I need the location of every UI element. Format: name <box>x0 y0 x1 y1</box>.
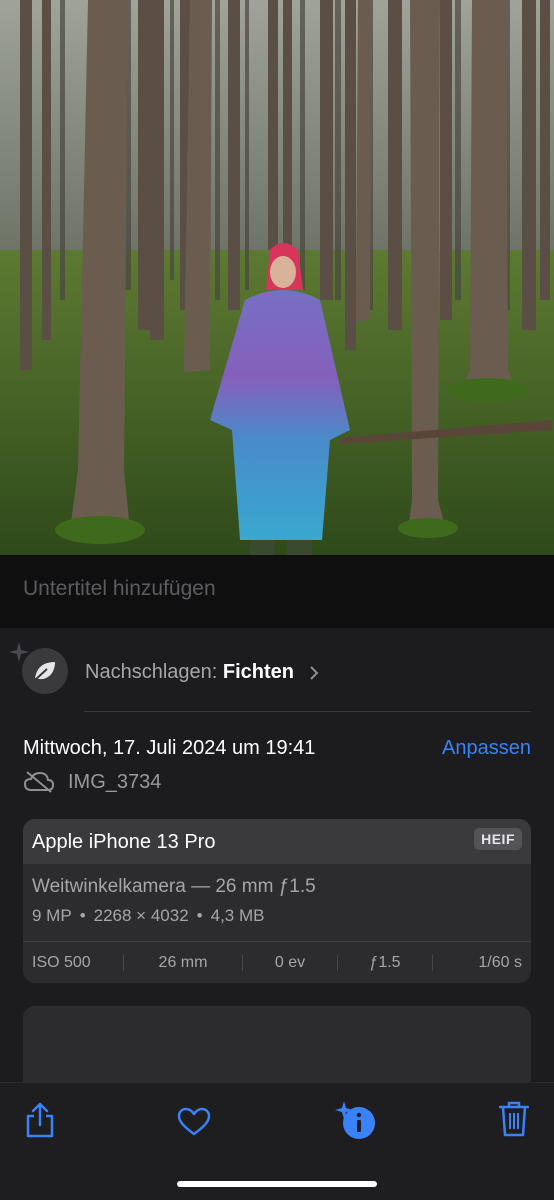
lookup-label: Nachschlagen: Fichten <box>85 661 319 684</box>
image-specs: 9 MP • 2268 × 4032 • 4,3 MB <box>32 906 265 925</box>
capture-date: Mittwoch, 17. Juli 2024 um 19:41 <box>23 737 316 759</box>
exif-exposure-bias: 0 ev <box>274 953 306 971</box>
caption-input[interactable] <box>23 577 533 601</box>
photo[interactable] <box>0 0 554 555</box>
lookup-subject: Fichten <box>222 661 294 683</box>
share-button[interactable] <box>24 1101 56 1144</box>
exif-aperture: ƒ1.5 <box>369 953 401 971</box>
heart-icon <box>177 1107 211 1136</box>
lens-info: Weitwinkelkamera — 26 mm ƒ1.5 <box>32 876 316 897</box>
megapixels: 9 MP <box>32 906 72 925</box>
cloud-slash-icon <box>23 771 55 793</box>
chevron-right-icon <box>309 666 318 680</box>
divider <box>84 711 531 712</box>
camera-card-header: Apple iPhone 13 Pro HEIF <box>23 819 531 864</box>
info-button[interactable] <box>334 1099 378 1146</box>
resolution: 2268 × 4032 <box>93 906 189 925</box>
home-indicator[interactable] <box>177 1181 377 1187</box>
favorite-button[interactable] <box>177 1107 211 1142</box>
device-name: Apple iPhone 13 Pro <box>32 831 216 853</box>
share-icon <box>26 1102 54 1138</box>
file-name: IMG_3734 <box>68 771 162 793</box>
exif-row: ISO 500 26 mm 0 ev ƒ1.5 1/60 s <box>23 942 531 983</box>
exif-shutter-speed: 1/60 s <box>478 953 522 971</box>
format-badge: HEIF <box>474 828 522 850</box>
file-size: 4,3 MB <box>210 906 265 925</box>
trash-icon <box>498 1101 530 1137</box>
camera-info-card: Apple iPhone 13 Pro HEIF Weitwinkelkamer… <box>23 819 531 983</box>
leaf-icon-badge <box>22 648 68 694</box>
visual-lookup-row[interactable]: Nachschlagen: Fichten <box>0 628 554 712</box>
exif-iso: ISO 500 <box>32 953 91 971</box>
info-icon <box>335 1101 375 1139</box>
adjust-button[interactable]: Anpassen <box>442 737 531 760</box>
info-panel: Nachschlagen: Fichten Mittwoch, 17. Juli… <box>0 628 554 1106</box>
exif-focal-length: 26 mm <box>158 953 208 971</box>
caption-area <box>0 555 554 628</box>
lookup-prefix: Nachschlagen: <box>85 661 218 683</box>
delete-button[interactable] <box>498 1101 530 1142</box>
leaf-icon <box>34 662 55 681</box>
forest-photo <box>0 0 554 555</box>
